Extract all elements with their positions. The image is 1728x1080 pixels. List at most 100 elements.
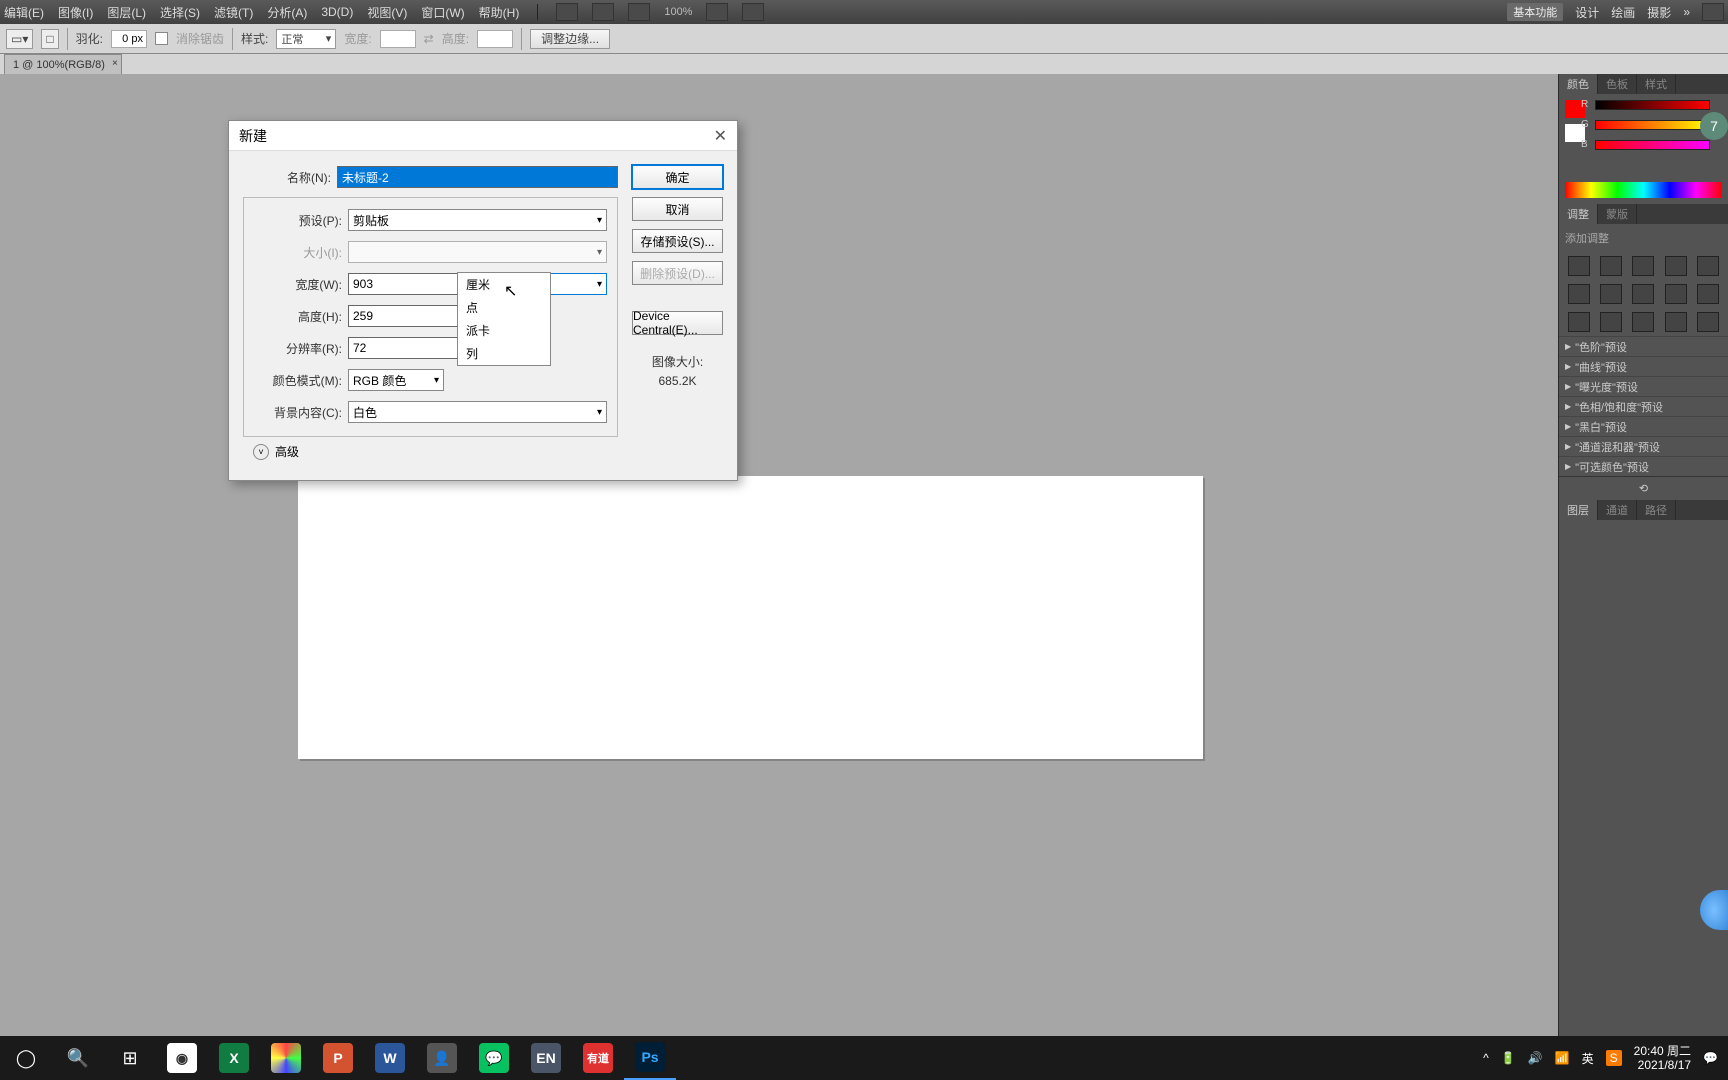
posterize-icon[interactable] <box>1600 312 1622 332</box>
zoom-level[interactable]: 100% <box>664 6 692 18</box>
preset-channel-mixer[interactable]: ▶"通道混和器"预设 <box>1559 436 1728 456</box>
tab-swatches[interactable]: 色板 <box>1598 74 1637 94</box>
refine-edge-button[interactable]: 调整边缘... <box>530 29 610 49</box>
background-dropdown[interactable]: 白色▾ <box>348 401 607 423</box>
taskbar-clock[interactable]: 20:40 周二 2021/8/17 <box>1634 1044 1691 1073</box>
tray-volume-icon[interactable]: 🔊 <box>1528 1051 1543 1065</box>
taskbar-app[interactable]: ◉ <box>156 1036 208 1080</box>
arrange-docs-icon[interactable] <box>706 3 728 21</box>
unit-option-columns[interactable]: 列 <box>458 342 550 365</box>
notification-center-icon[interactable]: 💬 <box>1703 1051 1718 1065</box>
tab-masks[interactable]: 蒙版 <box>1598 204 1637 224</box>
curves-icon[interactable] <box>1632 256 1654 276</box>
hue-sat-icon[interactable] <box>1568 284 1590 304</box>
taskbar-app[interactable]: 有道 <box>572 1036 624 1080</box>
launch-bridge-icon[interactable] <box>556 3 578 21</box>
advanced-toggle[interactable]: ˅ 高级 <box>243 443 618 460</box>
tab-layers[interactable]: 图层 <box>1559 500 1598 520</box>
taskbar-app[interactable]: EN <box>520 1036 572 1080</box>
menu-edit[interactable]: 编辑(E) <box>4 4 44 21</box>
preset-bw[interactable]: ▶"黑白"预设 <box>1559 416 1728 436</box>
color-mode-dropdown[interactable]: RGB 颜色▾ <box>348 369 444 391</box>
taskbar-app[interactable]: 👤 <box>416 1036 468 1080</box>
preset-dropdown[interactable]: 剪贴板▾ <box>348 209 607 231</box>
preset-exposure[interactable]: ▶"曝光度"预设 <box>1559 376 1728 396</box>
view-extras-icon[interactable] <box>628 3 650 21</box>
threshold-icon[interactable] <box>1632 312 1654 332</box>
color-balance-icon[interactable] <box>1600 284 1622 304</box>
name-input[interactable] <box>337 166 618 188</box>
hue-ramp[interactable] <box>1565 182 1722 198</box>
document-tab[interactable]: 1 @ 100%(RGB/8) × <box>4 54 122 74</box>
notification-badge[interactable]: 7 <box>1700 112 1728 140</box>
tab-styles[interactable]: 样式 <box>1637 74 1676 94</box>
menu-filter[interactable]: 滤镜(T) <box>214 4 253 21</box>
tray-wifi-icon[interactable]: 📶 <box>1555 1051 1570 1065</box>
menu-3d[interactable]: 3D(D) <box>321 5 353 19</box>
tray-ime[interactable]: 英 <box>1582 1050 1594 1067</box>
unit-option-point[interactable]: 点 <box>458 296 550 319</box>
menu-image[interactable]: 图像(I) <box>58 4 93 21</box>
brightness-icon[interactable] <box>1568 256 1590 276</box>
tray-sogou-icon[interactable]: S <box>1606 1050 1622 1066</box>
workspace-essentials[interactable]: 基本功能 <box>1507 3 1563 21</box>
taskbar-app[interactable]: W <box>364 1036 416 1080</box>
style-dropdown[interactable]: 正常▾ <box>276 29 336 49</box>
r-slider[interactable] <box>1595 100 1710 110</box>
save-preset-button[interactable]: 存储预设(S)... <box>632 229 723 253</box>
menu-analysis[interactable]: 分析(A) <box>267 4 307 21</box>
document-canvas[interactable] <box>298 476 1203 759</box>
launch-minibridge-icon[interactable] <box>592 3 614 21</box>
tab-color[interactable]: 颜色 <box>1559 74 1598 94</box>
adjustment-return-icon[interactable]: ⟲ <box>1559 476 1728 500</box>
menu-window[interactable]: 窗口(W) <box>421 4 464 21</box>
screen-mode-icon[interactable] <box>742 3 764 21</box>
preset-levels[interactable]: ▶"色阶"预设 <box>1559 336 1728 356</box>
selective-color-icon[interactable] <box>1697 312 1719 332</box>
tab-adjustments[interactable]: 调整 <box>1559 204 1598 224</box>
channel-mixer-icon[interactable] <box>1697 284 1719 304</box>
workspace-photography[interactable]: 摄影 <box>1647 4 1671 21</box>
workspace-design[interactable]: 设计 <box>1575 4 1599 21</box>
new-selection-icon[interactable]: □ <box>41 29 58 49</box>
ok-button[interactable]: 确定 <box>632 165 723 189</box>
menu-select[interactable]: 选择(S) <box>160 4 200 21</box>
menu-view[interactable]: 视图(V) <box>367 4 407 21</box>
close-tab-icon[interactable]: × <box>112 58 118 69</box>
preset-curves[interactable]: ▶"曲线"预设 <box>1559 356 1728 376</box>
workspace-painting[interactable]: 绘画 <box>1611 4 1635 21</box>
cs-live-icon[interactable] <box>1702 3 1724 21</box>
exposure-icon[interactable] <box>1665 256 1687 276</box>
taskbar-app[interactable]: X <box>208 1036 260 1080</box>
cancel-button[interactable]: 取消 <box>632 197 723 221</box>
vibrance-icon[interactable] <box>1697 256 1719 276</box>
antialias-checkbox[interactable] <box>155 32 168 45</box>
menu-help[interactable]: 帮助(H) <box>479 4 520 21</box>
dialog-close-icon[interactable]: ✕ <box>714 126 727 146</box>
taskbar-app[interactable]: 💬 <box>468 1036 520 1080</box>
task-view-icon[interactable]: ⊞ <box>104 1036 156 1080</box>
workspace-overflow-icon[interactable]: » <box>1683 5 1690 19</box>
photo-filter-icon[interactable] <box>1665 284 1687 304</box>
invert-icon[interactable] <box>1568 312 1590 332</box>
g-slider[interactable] <box>1595 120 1710 130</box>
taskbar-app[interactable]: P <box>312 1036 364 1080</box>
taskbar-app-photoshop[interactable]: Ps <box>624 1036 676 1080</box>
tray-battery-icon[interactable]: 🔋 <box>1501 1051 1516 1065</box>
levels-icon[interactable] <box>1600 256 1622 276</box>
unit-option-pica[interactable]: 派卡 <box>458 319 550 342</box>
preset-hue-sat[interactable]: ▶"色相/饱和度"预设 <box>1559 396 1728 416</box>
gradient-map-icon[interactable] <box>1665 312 1687 332</box>
taskbar-app[interactable] <box>260 1036 312 1080</box>
tool-preset-icon[interactable]: ▭▾ <box>6 29 33 49</box>
search-icon[interactable]: 🔍 <box>52 1036 104 1080</box>
device-central-button[interactable]: Device Central(E)... <box>632 311 723 335</box>
black-white-icon[interactable] <box>1632 284 1654 304</box>
tray-chevron-icon[interactable]: ^ <box>1483 1051 1489 1065</box>
feather-input[interactable] <box>111 30 147 48</box>
tab-channels[interactable]: 通道 <box>1598 500 1637 520</box>
start-button[interactable]: ◯ <box>0 1036 52 1080</box>
b-slider[interactable] <box>1595 140 1710 150</box>
menu-layer[interactable]: 图层(L) <box>107 4 146 21</box>
tab-paths[interactable]: 路径 <box>1637 500 1676 520</box>
